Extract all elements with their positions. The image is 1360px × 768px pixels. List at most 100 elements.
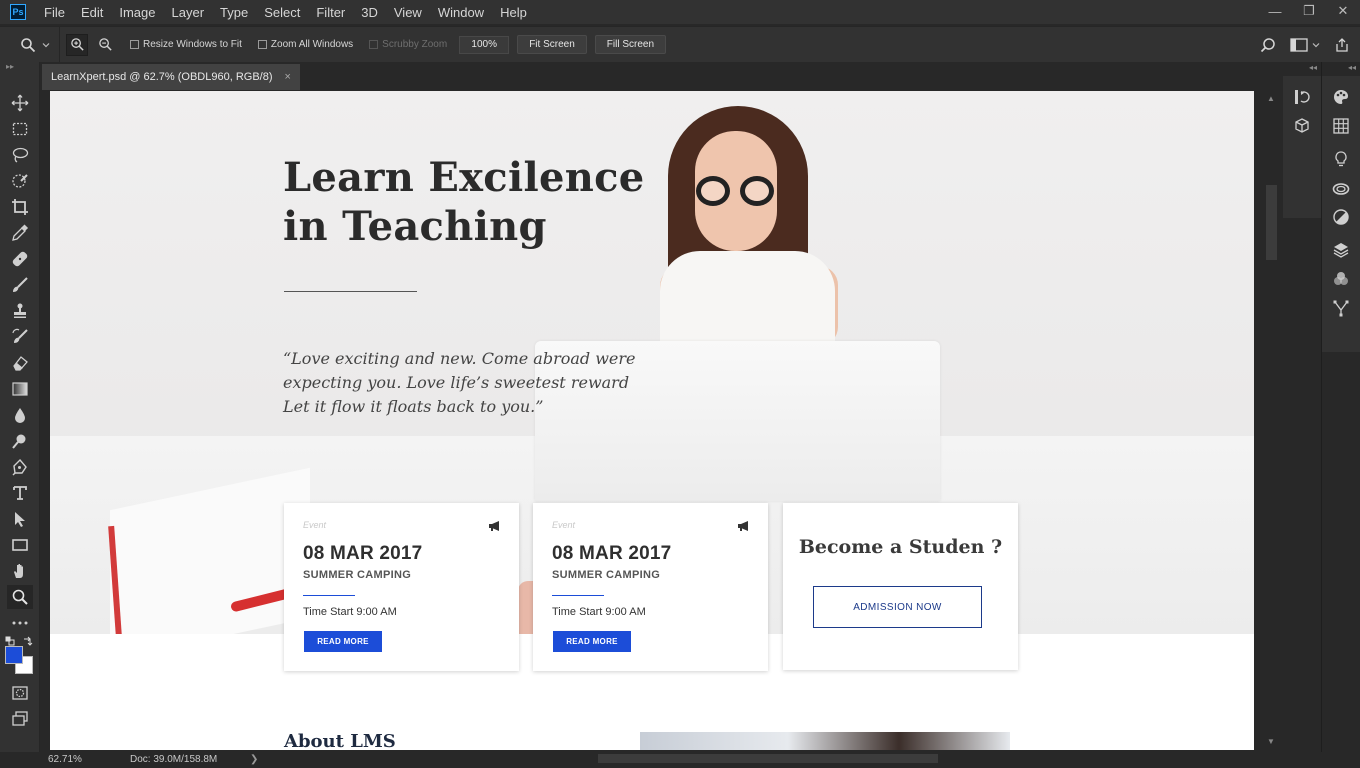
stamp-tool[interactable] [0, 298, 40, 324]
quick-mask-icon [12, 686, 28, 700]
tool-preset-picker[interactable] [0, 26, 60, 63]
marquee-tool[interactable] [0, 116, 40, 142]
rectangle-tool[interactable] [0, 532, 40, 558]
crop-icon [12, 199, 28, 215]
menu-image[interactable]: Image [111, 5, 163, 20]
path-select-tool[interactable] [0, 506, 40, 532]
adjustments-panel-button[interactable] [1322, 202, 1360, 231]
collapsed-panel-dock: ◂◂ [1283, 62, 1321, 752]
admission-button[interactable]: ADMISSION NOW [813, 586, 982, 628]
swap-colors-icon[interactable] [23, 636, 33, 646]
pen-tool[interactable] [0, 454, 40, 480]
menu-layer[interactable]: Layer [164, 5, 213, 20]
channels-panel-button[interactable] [1322, 264, 1360, 293]
menu-help[interactable]: Help [492, 5, 535, 20]
menu-file[interactable]: File [36, 5, 73, 20]
scrollbar-thumb[interactable] [1266, 185, 1277, 260]
scrubby-zoom-checkbox[interactable]: Scrubby Zoom [369, 39, 447, 50]
workspace-switcher[interactable] [1290, 38, 1320, 52]
eyedropper-tool[interactable] [0, 220, 40, 246]
zoom-level[interactable]: 62.71% [48, 754, 108, 765]
lasso-tool[interactable] [0, 142, 40, 168]
menu-window[interactable]: Window [430, 5, 492, 20]
read-more-button[interactable]: READ MORE [304, 631, 382, 652]
document-tab-title: LearnXpert.psd @ 62.7% (OBDL960, RGB/8) [51, 71, 273, 83]
scrubby-zoom-label: Scrubby Zoom [382, 39, 448, 50]
document-tab[interactable]: LearnXpert.psd @ 62.7% (OBDL960, RGB/8) … [42, 64, 300, 90]
share-icon[interactable] [1334, 37, 1350, 53]
screen-mode-button[interactable] [0, 706, 40, 732]
foreground-color-swatch[interactable] [5, 646, 23, 664]
zoom-percent-field[interactable]: 100% [459, 35, 510, 54]
history-brush-tool[interactable] [0, 324, 40, 350]
move-tool[interactable] [0, 90, 40, 116]
3d-panel-button[interactable] [1283, 111, 1321, 140]
zoom-tool[interactable] [0, 584, 40, 610]
chevron-down-icon [42, 42, 50, 47]
menu-3d[interactable]: 3D [353, 5, 386, 20]
panel-grip-icon[interactable]: ▸▸ [0, 62, 39, 74]
collapsed-panel-dock: ◂◂ [1321, 62, 1360, 752]
restore-button[interactable]: ❐ [1292, 0, 1326, 22]
libraries-panel-button[interactable] [1322, 173, 1360, 202]
crop-tool[interactable] [0, 194, 40, 220]
zoom-in-button[interactable] [66, 33, 88, 56]
menu-bar: Ps File Edit Image Layer Type Select Fil… [0, 0, 1360, 24]
scrollbar-thumb[interactable] [598, 754, 938, 763]
menu-select[interactable]: Select [256, 5, 308, 20]
zoom-all-windows-checkbox[interactable]: Zoom All Windows [257, 39, 353, 50]
read-more-button[interactable]: READ MORE [553, 631, 631, 652]
marquee-icon [12, 122, 28, 136]
menu-filter[interactable]: Filter [308, 5, 353, 20]
layers-panel-button[interactable] [1322, 235, 1360, 264]
menu-edit[interactable]: Edit [73, 5, 111, 20]
brush-tool[interactable] [0, 272, 40, 298]
eraser-tool[interactable] [0, 350, 40, 376]
fit-screen-button[interactable]: Fit Screen [517, 35, 587, 54]
minimize-button[interactable]: — [1258, 0, 1292, 22]
event-date: 08 MAR 2017 [552, 543, 672, 564]
horizontal-scrollbar[interactable] [280, 752, 1260, 766]
layers-icon [1333, 242, 1349, 258]
vertical-scrollbar[interactable]: ▲ ▼ [1261, 90, 1283, 750]
swatches-panel-button[interactable] [1322, 111, 1360, 140]
history-panel-button[interactable] [1283, 82, 1321, 111]
menu-view[interactable]: View [386, 5, 430, 20]
megaphone-icon [489, 521, 499, 531]
learn-panel-button[interactable] [1322, 144, 1360, 173]
document-canvas[interactable]: Learn Excilence in Teaching “Love exciti… [50, 91, 1254, 750]
more-tools-button[interactable] [0, 610, 40, 636]
chevron-down-icon [1312, 43, 1320, 48]
zoom-out-icon [98, 38, 112, 51]
event-kind: Event [552, 520, 576, 530]
resize-windows-checkbox[interactable]: Resize Windows to Fit [130, 39, 242, 50]
zoom-out-button[interactable] [94, 34, 116, 56]
menu-type[interactable]: Type [212, 5, 256, 20]
close-window-button[interactable]: ✕ [1326, 0, 1360, 22]
healing-tool[interactable] [0, 246, 40, 272]
canvas-area[interactable]: Learn Excilence in Teaching “Love exciti… [41, 90, 1261, 750]
default-colors-icon[interactable] [5, 636, 15, 646]
status-menu-chevron-icon[interactable]: ❯ [250, 754, 262, 765]
hand-tool[interactable] [0, 558, 40, 584]
quick-select-tool[interactable] [0, 168, 40, 194]
gradient-tool[interactable] [0, 376, 40, 402]
quick-mask-button[interactable] [0, 680, 40, 706]
paths-panel-button[interactable] [1322, 293, 1360, 322]
event-name: SUMMER CAMPING [303, 569, 412, 581]
search-icon[interactable] [1260, 37, 1276, 53]
panel-grip-icon[interactable]: ◂◂ [1348, 63, 1356, 72]
screen-mode-icon [12, 711, 28, 726]
zoom-icon [12, 589, 28, 605]
more-tools-icon [12, 621, 28, 625]
blur-tool[interactable] [0, 402, 40, 428]
scroll-up-icon[interactable]: ▲ [1267, 94, 1275, 103]
glasses-lens [740, 176, 774, 206]
color-panel-button[interactable] [1322, 82, 1360, 111]
fill-screen-button[interactable]: Fill Screen [594, 35, 667, 54]
dodge-tool[interactable] [0, 428, 40, 454]
scroll-down-icon[interactable]: ▼ [1267, 737, 1275, 746]
panel-grip-icon[interactable]: ◂◂ [1309, 63, 1317, 72]
type-tool[interactable] [0, 480, 40, 506]
close-tab-icon[interactable]: × [285, 71, 291, 83]
